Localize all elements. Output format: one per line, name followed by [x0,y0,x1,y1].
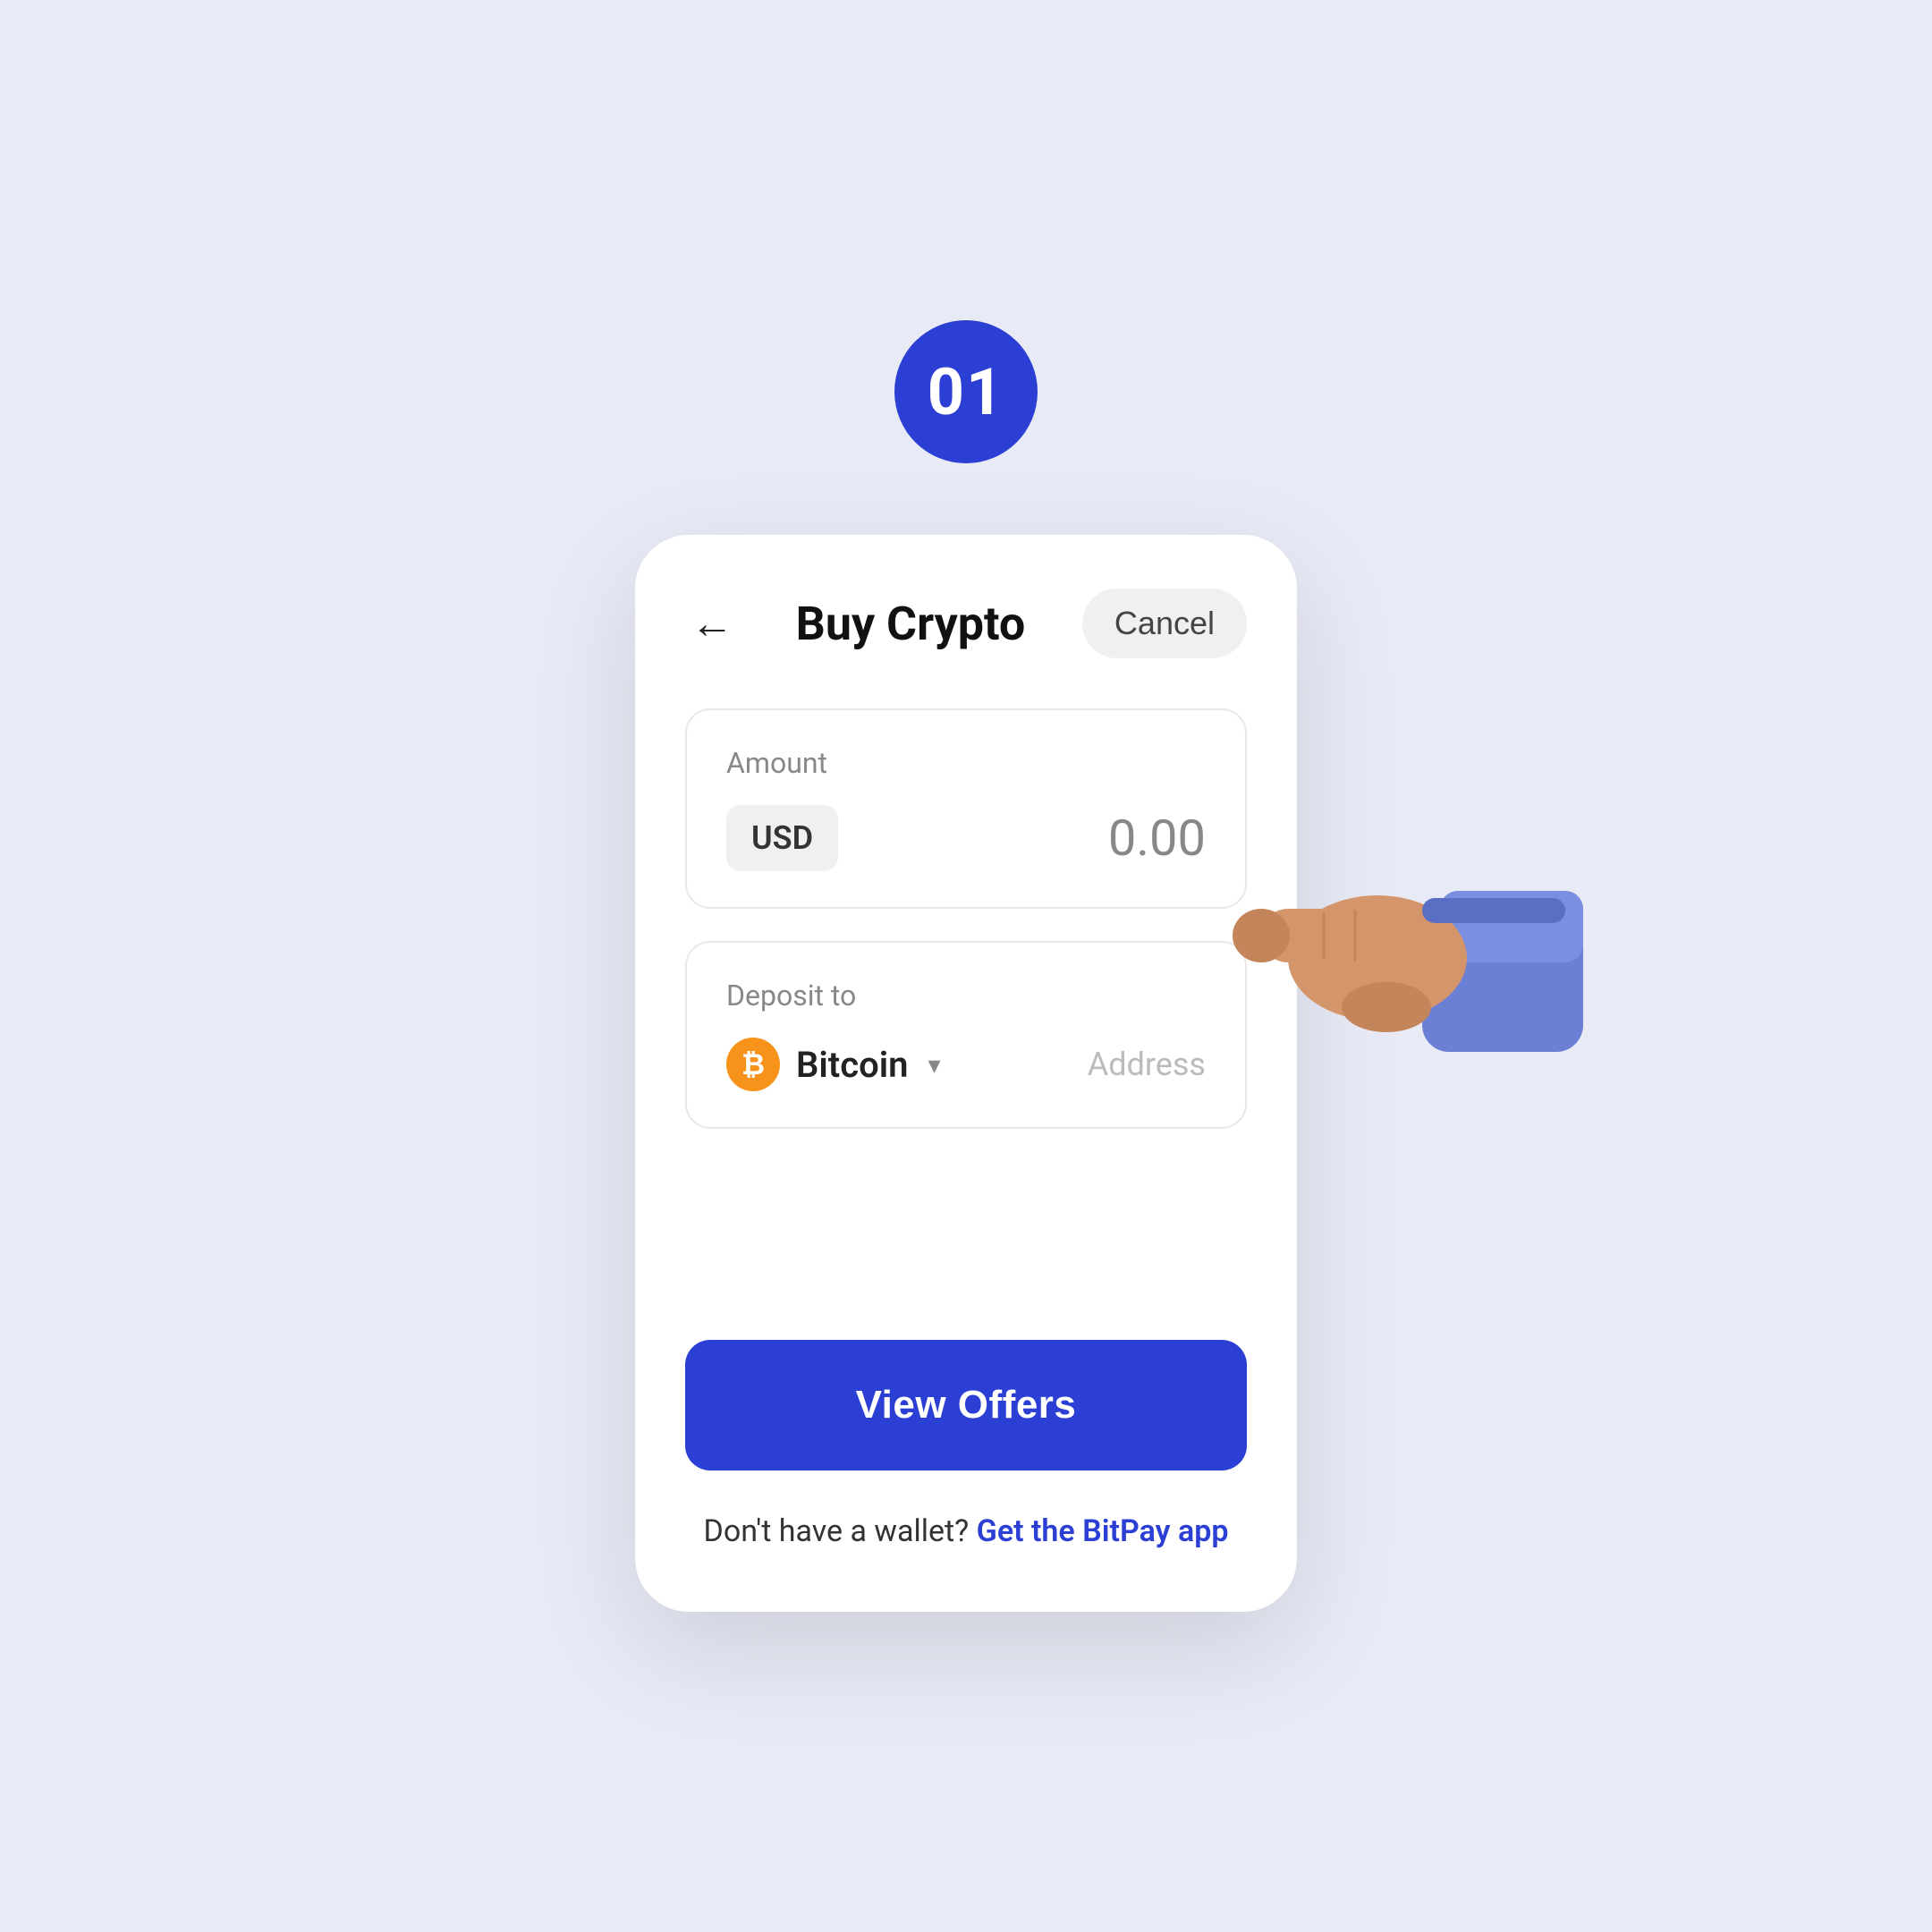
step-badge: 01 [894,320,1038,463]
amount-value[interactable]: 0.00 [1108,809,1206,868]
amount-section: Amount USD 0.00 [685,708,1247,909]
deposit-section: Deposit to ₿ Bitcoin ▾ Address [685,941,1247,1129]
crypto-name: Bitcoin [796,1044,908,1086]
currency-badge[interactable]: USD [726,805,838,871]
deposit-row: ₿ Bitcoin ▾ Address [726,1038,1206,1091]
content-spacer [685,1161,1247,1340]
page-background: 01 ← Buy Crypto Cancel Amount USD 0.00 [0,0,1932,1932]
address-label[interactable]: Address [1088,1046,1206,1083]
back-arrow-icon: ← [691,602,733,645]
get-bitpay-link[interactable]: Get the BitPay app [977,1513,1229,1549]
btc-symbol: ₿ [741,1047,765,1081]
wallet-prompt: Don't have a wallet? Get the BitPay app [685,1513,1247,1549]
phone-card: ← Buy Crypto Cancel Amount USD 0.00 Depo… [635,535,1297,1612]
back-button[interactable]: ← [685,597,739,650]
view-offers-button[interactable]: View Offers [685,1340,1247,1470]
deposit-label: Deposit to [726,979,1206,1013]
amount-row: USD 0.00 [726,805,1206,871]
step-number: 01 [928,354,1005,430]
crypto-selector[interactable]: ₿ Bitcoin ▾ [726,1038,941,1091]
hand-illustration [1208,801,1583,1088]
page-title: Buy Crypto [796,597,1026,651]
chevron-down-icon: ▾ [928,1050,940,1080]
bitcoin-icon: ₿ [726,1038,780,1091]
phone-header: ← Buy Crypto Cancel [685,589,1247,658]
phone-wrapper: ← Buy Crypto Cancel Amount USD 0.00 Depo… [635,535,1297,1612]
amount-label: Amount [726,746,1206,780]
cancel-button[interactable]: Cancel [1082,589,1247,658]
wallet-text-prefix: Don't have a wallet? [704,1513,970,1549]
